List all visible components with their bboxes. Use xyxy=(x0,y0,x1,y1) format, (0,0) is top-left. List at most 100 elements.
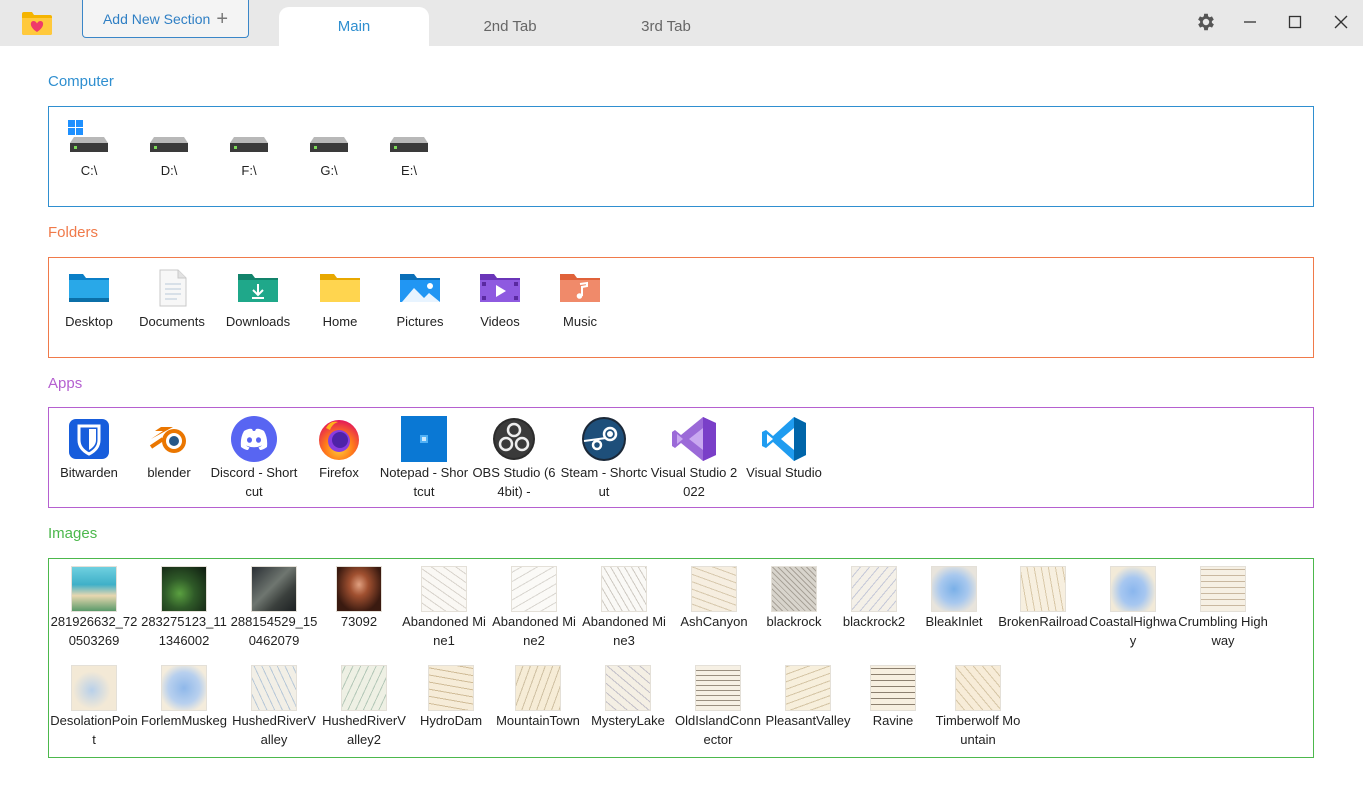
drive-e[interactable]: E:\ xyxy=(369,113,449,180)
app-label: Bitwarden xyxy=(60,465,118,480)
image-label: blackrock xyxy=(766,614,822,629)
map-thumbnail-icon xyxy=(515,665,561,711)
image-item[interactable]: blackrock xyxy=(754,566,834,631)
app-bitwarden[interactable]: Bitwarden xyxy=(49,415,129,482)
drive-f[interactable]: F:\ xyxy=(209,113,289,180)
drive-label: D:\ xyxy=(160,163,178,178)
music-folder-icon xyxy=(556,264,604,312)
map-thumbnail-icon xyxy=(695,665,741,711)
image-label: AshCanyon xyxy=(680,614,748,629)
app-label: Steam - Shortcut xyxy=(560,465,648,499)
firefox-icon xyxy=(315,415,363,463)
folder-desktop[interactable]: Desktop xyxy=(49,264,129,331)
folder-home[interactable]: Home xyxy=(300,264,380,331)
map-thumbnail-icon xyxy=(161,665,207,711)
image-item[interactable]: 73092 xyxy=(319,566,399,631)
app-discord[interactable]: Discord - Shortcut xyxy=(211,415,297,501)
videos-folder-icon xyxy=(476,264,524,312)
app-obs-studio[interactable]: OBS Studio (64bit) - xyxy=(472,415,556,501)
map-thumbnail-icon xyxy=(1200,566,1246,612)
folder-label: Downloads xyxy=(225,314,291,329)
settings-gear-icon[interactable] xyxy=(1189,6,1223,38)
app-label: blender xyxy=(147,465,191,480)
image-item[interactable]: BleakInlet xyxy=(914,566,994,631)
drive-g[interactable]: G:\ xyxy=(289,113,369,180)
image-item[interactable]: CoastalHighway xyxy=(1089,566,1177,650)
plus-icon: + xyxy=(216,7,229,30)
image-label: blackrock2 xyxy=(842,614,906,629)
image-item[interactable]: HushedRiverValley xyxy=(232,665,316,749)
folder-documents[interactable]: Documents xyxy=(132,264,212,331)
image-label: ForlemMuskeg xyxy=(141,713,227,728)
drive-label: F:\ xyxy=(241,163,257,178)
app-visual-studio[interactable]: Visual Studio xyxy=(744,415,824,482)
drive-d[interactable]: D:\ xyxy=(129,113,209,180)
image-item[interactable]: BrokenRailroad xyxy=(998,566,1088,631)
map-thumbnail-icon xyxy=(601,566,647,612)
image-item[interactable]: 281926632_720503269 xyxy=(51,566,137,650)
bitwarden-icon xyxy=(65,415,113,463)
app-visual-studio-2022[interactable]: Visual Studio 2022 xyxy=(651,415,737,501)
app-blender[interactable]: blender xyxy=(129,415,209,482)
folder-downloads[interactable]: Downloads xyxy=(218,264,298,331)
obs-studio-icon xyxy=(490,415,538,463)
image-item[interactable]: PleasantValley xyxy=(765,665,851,730)
map-thumbnail-icon xyxy=(341,665,387,711)
title-bar: Add New Section + Main 2nd Tab 3rd Tab xyxy=(0,0,1363,46)
image-label: BleakInlet xyxy=(925,614,983,629)
image-label: DesolationPoint xyxy=(50,713,138,747)
image-item[interactable]: AshCanyon xyxy=(674,566,754,631)
folder-label: Music xyxy=(563,314,597,329)
image-item[interactable]: MountainTown xyxy=(496,665,580,730)
image-item[interactable]: blackrock2 xyxy=(834,566,914,631)
image-item[interactable]: Abandoned Mine2 xyxy=(492,566,576,650)
section-title-folders: Folders xyxy=(48,224,99,241)
image-label: Abandoned Mine1 xyxy=(402,614,486,648)
image-item[interactable]: Crumbling Highway xyxy=(1178,566,1268,650)
image-item[interactable]: 288154529_150462079 xyxy=(231,566,317,650)
app-label: Visual Studio xyxy=(746,465,822,480)
app-firefox[interactable]: Firefox xyxy=(299,415,379,482)
maximize-icon[interactable] xyxy=(1278,6,1312,38)
image-item[interactable]: MysteryLake xyxy=(588,665,668,730)
image-label: OldIslandConnector xyxy=(675,713,761,747)
heart-folder-logo-icon xyxy=(21,10,53,36)
tab-2nd[interactable]: 2nd Tab xyxy=(435,7,585,46)
folder-videos[interactable]: Videos xyxy=(460,264,540,331)
folder-music[interactable]: Music xyxy=(540,264,620,331)
image-item[interactable]: Timberwolf Mountain xyxy=(936,665,1020,749)
folder-label: Pictures xyxy=(396,314,444,329)
map-thumbnail-icon xyxy=(691,566,737,612)
image-item[interactable]: HydroDam xyxy=(411,665,491,730)
visual-studio-icon xyxy=(670,415,718,463)
portrait-painting-thumbnail-icon xyxy=(336,566,382,612)
image-item[interactable]: DesolationPoint xyxy=(50,665,138,749)
discord-icon xyxy=(230,415,278,463)
image-label: CoastalHighway xyxy=(1089,614,1177,648)
image-item[interactable]: HushedRiverValley2 xyxy=(322,665,406,749)
add-new-section-button[interactable]: Add New Section + xyxy=(82,0,249,38)
image-item[interactable]: Ravine xyxy=(853,665,933,730)
tab-main-label: Main xyxy=(337,18,371,35)
drive-label: G:\ xyxy=(320,163,338,178)
hard-drive-icon xyxy=(385,113,433,161)
folder-pictures[interactable]: Pictures xyxy=(380,264,460,331)
image-label: Ravine xyxy=(872,713,914,728)
image-item[interactable]: OldIslandConnector xyxy=(675,665,761,749)
map-thumbnail-icon xyxy=(71,665,117,711)
tab-main[interactable]: Main xyxy=(279,7,429,46)
drive-c[interactable]: C:\ xyxy=(49,113,129,180)
app-notepad[interactable]: Notepad - Shortcut xyxy=(380,415,468,501)
app-steam[interactable]: Steam - Shortcut xyxy=(561,415,647,501)
folder-label: Desktop xyxy=(65,314,113,329)
forest-photo-thumbnail-icon xyxy=(161,566,207,612)
close-icon[interactable] xyxy=(1324,6,1358,38)
image-item[interactable]: ForlemMuskeg xyxy=(141,665,227,730)
minimize-icon[interactable] xyxy=(1233,6,1267,38)
downloads-folder-icon xyxy=(234,264,282,312)
tab-3rd[interactable]: 3rd Tab xyxy=(591,7,741,46)
image-item[interactable]: Abandoned Mine3 xyxy=(582,566,666,650)
image-item[interactable]: 283275123_111346002 xyxy=(141,566,227,650)
image-item[interactable]: Abandoned Mine1 xyxy=(402,566,486,650)
hard-drive-icon xyxy=(305,113,353,161)
